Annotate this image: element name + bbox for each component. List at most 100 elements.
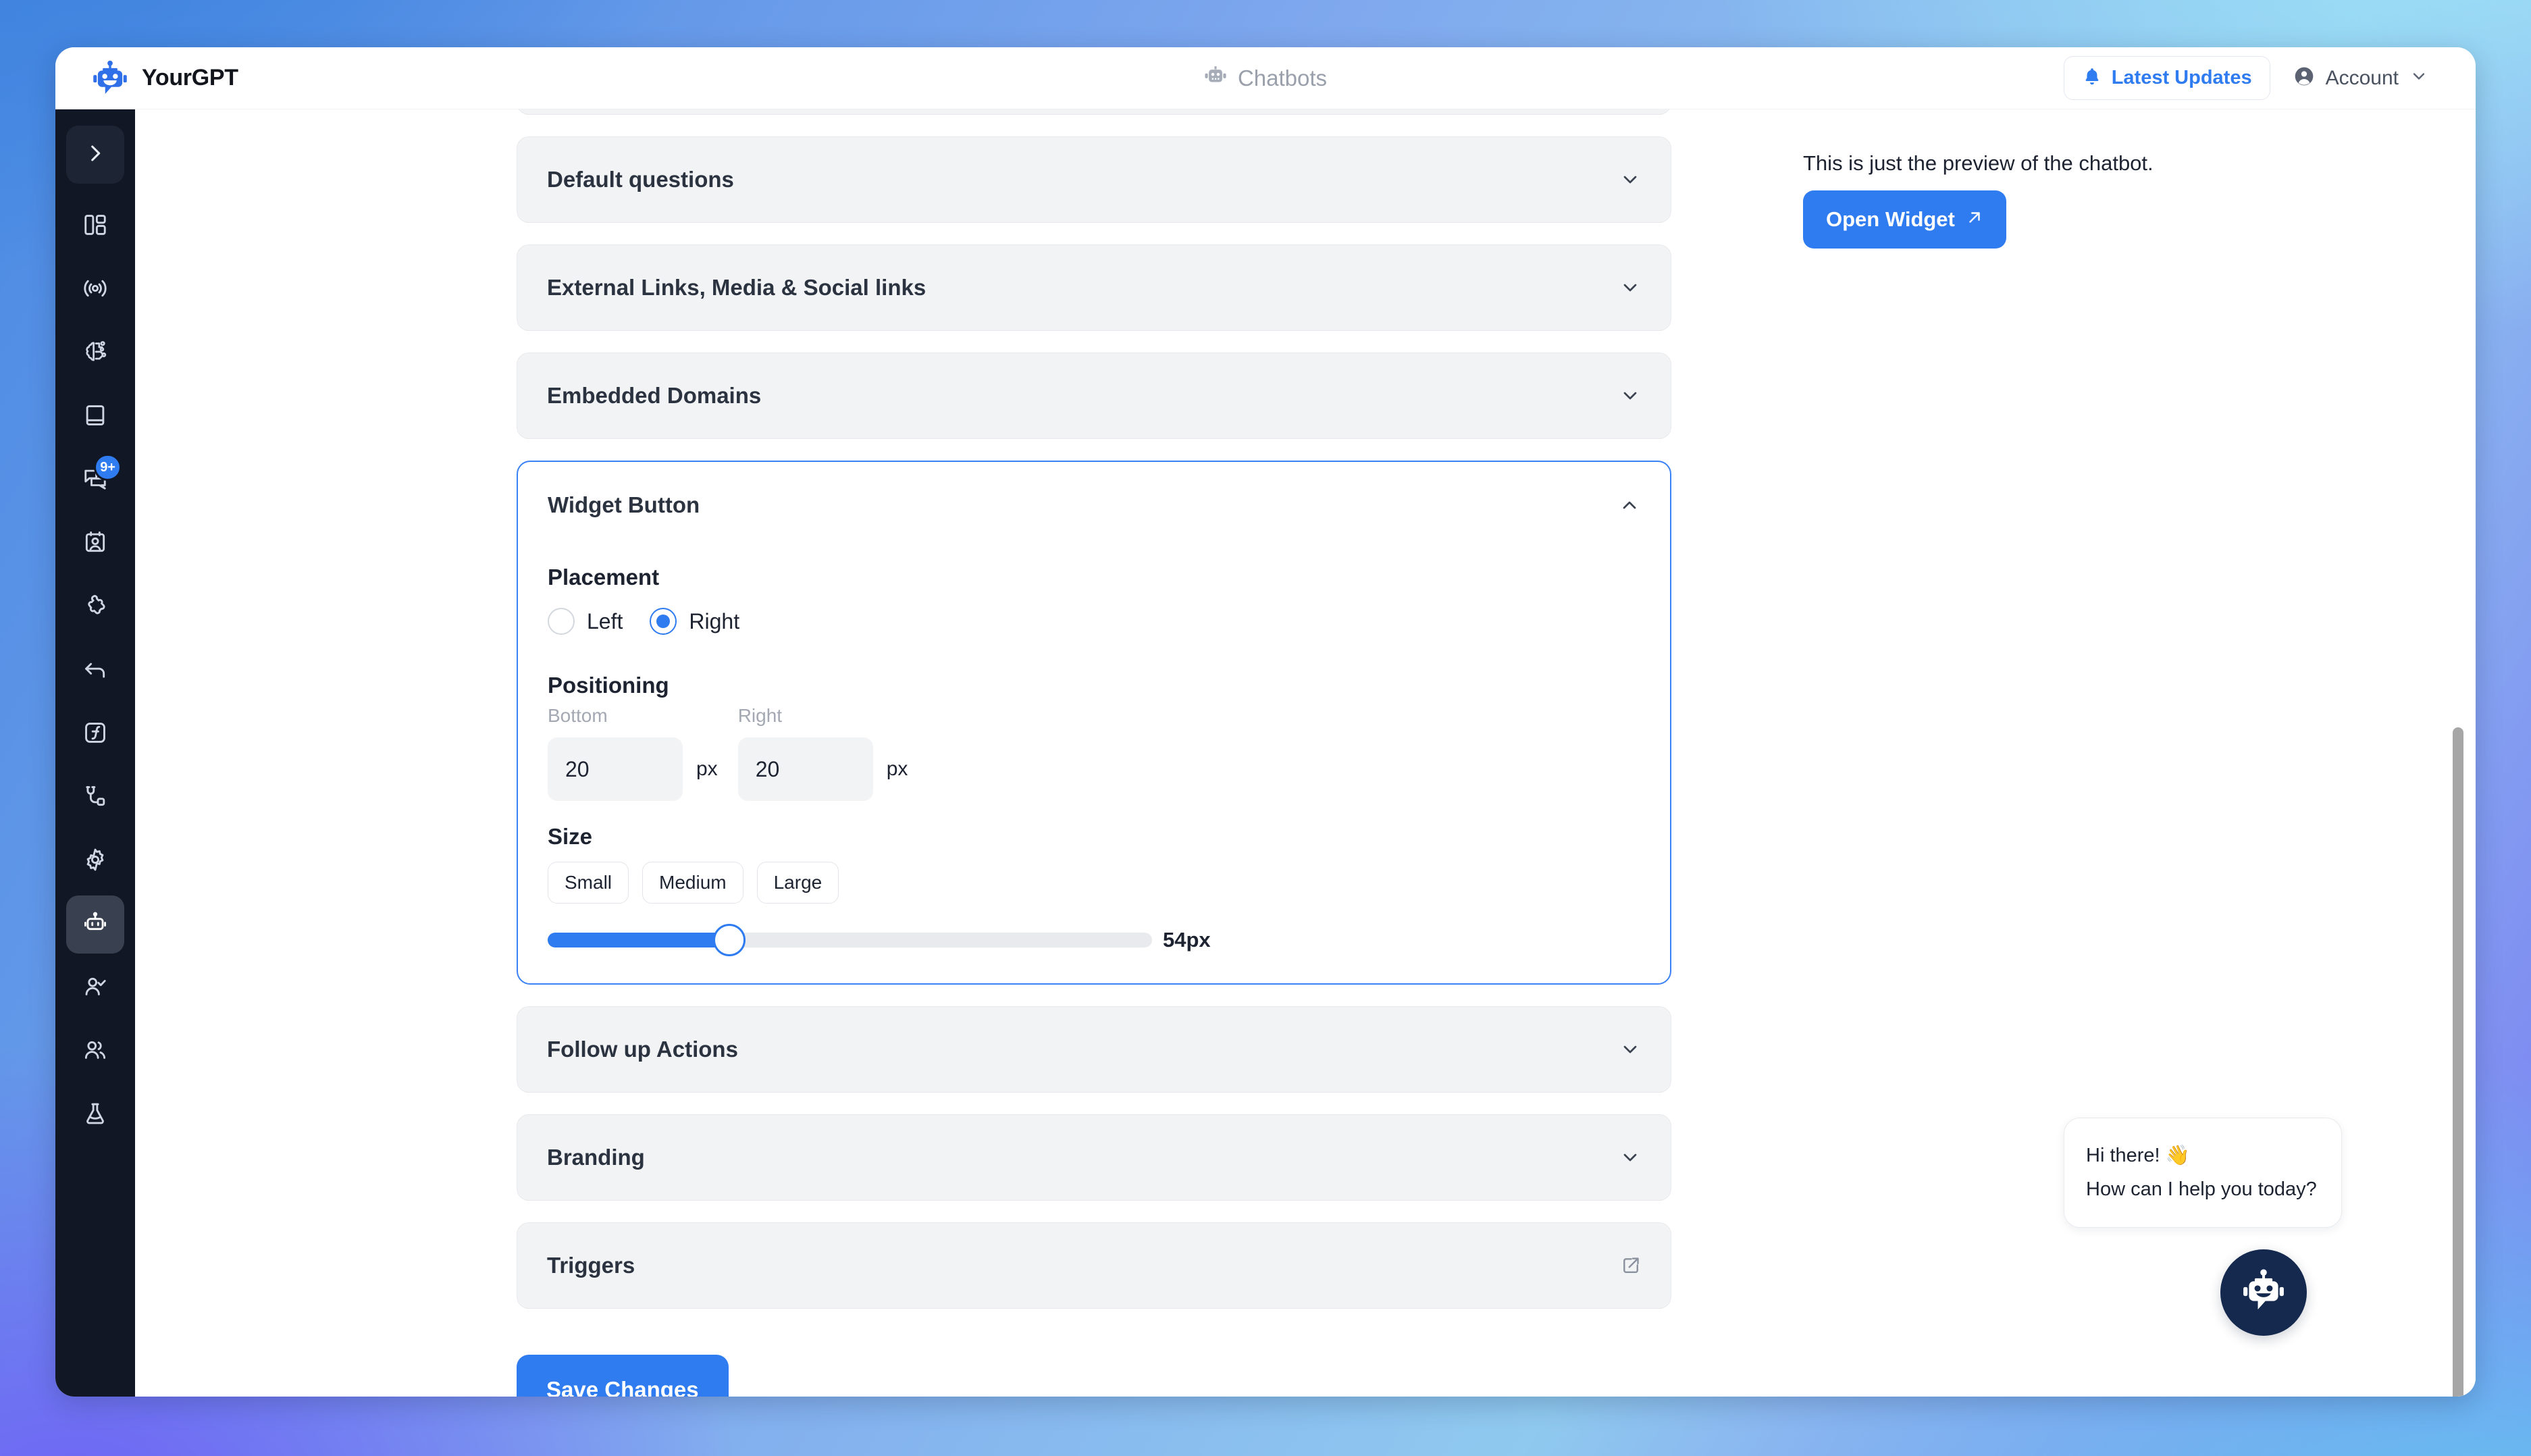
size-label: Size <box>548 824 593 849</box>
accordion-label: Embedded Domains <box>547 383 762 408</box>
brain-circuit-icon <box>82 339 108 368</box>
sidebar-item-integrations[interactable] <box>66 578 124 636</box>
external-link-icon[interactable] <box>1621 1255 1641 1276</box>
widget-launcher-button[interactable] <box>2220 1249 2307 1336</box>
chevron-down-icon[interactable] <box>1619 1147 1641 1168</box>
accordion-external-links[interactable]: External Links, Media & Social links <box>517 244 1671 331</box>
page-title: Chatbots <box>1237 65 1328 90</box>
open-widget-label: Open Widget <box>1826 207 1955 231</box>
accordion-follow-up-actions[interactable]: Follow up Actions <box>517 1006 1671 1093</box>
breadcrumb[interactable]: Chatbots <box>1204 65 1327 91</box>
accordion-label: External Links, Media & Social links <box>547 275 927 300</box>
bell-icon <box>2082 66 2102 90</box>
accordion-label: Default questions <box>547 167 734 192</box>
user-check-icon <box>82 974 108 1003</box>
robot-logo-icon <box>90 59 130 98</box>
content-scrollbar[interactable] <box>2453 727 2463 1397</box>
app-window: YourGPT Chatbots Latest Updates Account … <box>55 47 2476 1397</box>
arrow-up-right-icon <box>1966 207 1983 232</box>
signal-icon <box>82 276 108 305</box>
chevron-down-icon[interactable] <box>1619 277 1641 298</box>
chevron-right-icon <box>84 142 107 168</box>
main-content: Default questions External Links, Media … <box>135 109 2476 1397</box>
account-button[interactable]: Account <box>2280 56 2442 100</box>
latest-updates-button[interactable]: Latest Updates <box>2063 56 2270 100</box>
sidebar-item-contacts[interactable] <box>66 515 124 573</box>
book-icon <box>82 402 108 432</box>
accordion-partial-above[interactable] <box>517 109 1671 115</box>
left-sidebar: 9+ <box>55 109 135 1397</box>
positioning-label: Positioning <box>548 673 669 698</box>
size-small-button[interactable]: Small <box>548 862 629 904</box>
accordion-widget-button-header[interactable]: Widget Button <box>548 462 1640 548</box>
gear-icon <box>82 847 108 876</box>
size-slider-thumb[interactable] <box>712 924 746 956</box>
sidebar-item-functions[interactable] <box>66 705 124 763</box>
bottom-caption: Bottom <box>548 705 608 726</box>
accordion-triggers[interactable]: Triggers <box>517 1222 1671 1309</box>
open-widget-button[interactable]: Open Widget <box>1803 190 2006 249</box>
preview-note: This is just the preview of the chatbot. <box>1803 151 2154 175</box>
chevron-down-icon[interactable] <box>1619 1039 1641 1060</box>
top-bar: YourGPT Chatbots Latest Updates Account <box>55 47 2476 109</box>
accordion-branding[interactable]: Branding <box>517 1114 1671 1201</box>
accordion-default-questions[interactable]: Default questions <box>517 136 1671 223</box>
size-slider-value: 54px <box>1163 928 1211 952</box>
chevron-down-icon <box>2409 67 2428 89</box>
placement-radio-group: Left Right <box>548 608 1640 635</box>
sidebar-item-knowledge[interactable] <box>66 388 124 446</box>
robot-icon <box>82 910 108 939</box>
sidebar-item-ai-brain[interactable] <box>66 324 124 382</box>
radio-left-label: Left <box>587 608 623 633</box>
accordion-label: Triggers <box>547 1253 635 1278</box>
right-input[interactable] <box>737 737 873 801</box>
sidebar-item-agents[interactable] <box>66 959 124 1017</box>
size-preset-group: Small Medium Large <box>548 862 1640 904</box>
top-bar-actions: Latest Updates Account <box>2063 56 2476 100</box>
user-circle-icon <box>2293 66 2315 90</box>
radio-right-label: Right <box>689 608 740 633</box>
size-slider-row: 54px <box>548 924 1640 956</box>
robot-icon <box>1204 65 1227 91</box>
brand[interactable]: YourGPT <box>55 59 434 98</box>
sidebar-item-chatbots[interactable] <box>66 895 124 954</box>
bottom-input[interactable] <box>548 737 683 801</box>
positioning-bottom-group: Bottom px <box>548 705 718 801</box>
sidebar-item-dashboard[interactable] <box>66 197 124 255</box>
chevron-up-icon[interactable] <box>1619 494 1640 516</box>
latest-updates-label: Latest Updates <box>2111 67 2252 88</box>
radio-right[interactable] <box>650 608 677 635</box>
sidebar-item-settings[interactable] <box>66 832 124 890</box>
bottom-unit: px <box>696 758 718 780</box>
sidebar-expand-button[interactable] <box>66 126 124 184</box>
placement-label: Placement <box>548 565 660 590</box>
chevron-down-icon[interactable] <box>1619 169 1641 190</box>
size-large-button[interactable]: Large <box>756 862 839 904</box>
plug-icon <box>82 783 108 812</box>
chevron-down-icon[interactable] <box>1619 385 1641 407</box>
sidebar-item-conversations[interactable]: 9+ <box>66 451 124 509</box>
sidebar-item-broadcast[interactable] <box>66 261 124 319</box>
sidebar-item-labs[interactable] <box>66 1086 124 1144</box>
brand-name: YourGPT <box>142 65 238 90</box>
function-box-icon <box>82 720 108 749</box>
sidebar-item-connections[interactable] <box>66 769 124 827</box>
accordion-embedded-domains[interactable]: Embedded Domains <box>517 353 1671 439</box>
radio-left[interactable] <box>548 608 575 635</box>
sidebar-item-teams[interactable] <box>66 1022 124 1081</box>
users-icon <box>82 1037 108 1066</box>
account-label: Account <box>2325 66 2399 89</box>
puzzle-icon <box>82 593 108 622</box>
size-medium-button[interactable]: Medium <box>642 862 743 904</box>
size-slider-fill <box>548 933 729 947</box>
accordion-widget-button: Widget Button Placement Left Right Posit… <box>517 461 1671 985</box>
save-changes-button[interactable]: Save Changes <box>517 1355 729 1397</box>
flask-icon <box>82 1101 108 1130</box>
greeting-line-2: How can I help you today? <box>2086 1178 2317 1201</box>
arrow-reply-icon <box>82 656 108 685</box>
accordion-label: Widget Button <box>548 492 700 517</box>
sidebar-item-reply[interactable] <box>66 642 124 700</box>
greeting-line-1: Hi there! 👋 <box>2086 1144 2190 1166</box>
accordion-label: Follow up Actions <box>547 1037 738 1062</box>
size-slider[interactable] <box>548 924 1152 956</box>
